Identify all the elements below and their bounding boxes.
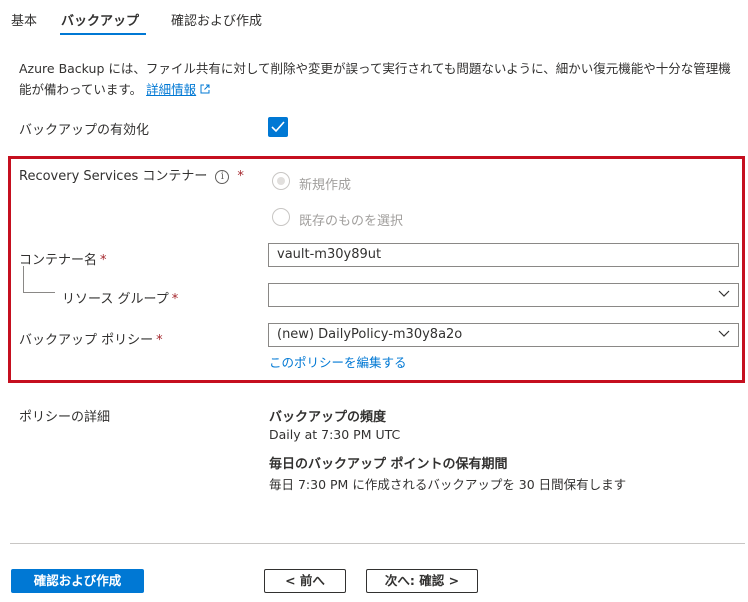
external-link-icon	[200, 84, 210, 94]
checkmark-icon	[271, 121, 285, 133]
info-icon[interactable]: i	[215, 170, 230, 184]
active-tab-indicator	[60, 33, 146, 35]
vault-name-label: コンテナー名	[19, 253, 98, 268]
required-marker: *	[156, 333, 163, 348]
description-text: Azure Backup には、ファイル共有に対して削除や変更が誤って実行されて…	[19, 61, 731, 97]
retention-title: 毎日のバックアップ ポイントの保有期間	[269, 457, 508, 472]
radio-create-new[interactable]	[272, 172, 290, 190]
backup-policy-value: (new) DailyPolicy-m30y8a2o	[277, 327, 463, 342]
tab-backup[interactable]: バックアップ	[61, 10, 139, 29]
tab-basics[interactable]: 基本	[11, 10, 37, 29]
enable-backup-checkbox[interactable]	[268, 117, 288, 137]
vault-name-input[interactable]: vault-m30y89ut	[268, 243, 739, 267]
required-marker: *	[100, 253, 107, 268]
frequency-value: Daily at 7:30 PM UTC	[269, 427, 401, 442]
vault-settings-highlight	[8, 156, 745, 383]
radio-select-existing[interactable]	[272, 208, 290, 226]
backup-policy-label: バックアップ ポリシー	[19, 333, 154, 348]
radio-select-existing-label: 既存のものを選択	[299, 214, 404, 229]
retention-value: 毎日 7:30 PM に作成されるバックアップを 30 日間保有します	[269, 477, 627, 492]
tree-connector	[23, 266, 24, 292]
resource-group-label-row: リソース グループ *	[62, 288, 178, 307]
edit-policy-link[interactable]: このポリシーを編集する	[269, 352, 407, 371]
enable-backup-label: バックアップの有効化	[19, 123, 150, 138]
chevron-down-icon	[718, 290, 730, 297]
previous-button[interactable]: < 前へ	[264, 569, 346, 593]
description: Azure Backup には、ファイル共有に対して削除や変更が誤って実行されて…	[19, 58, 739, 100]
radio-create-new-label: 新規作成	[299, 178, 352, 193]
footer-divider	[10, 543, 745, 544]
tab-bar: 基本 バックアップ 確認および作成	[0, 0, 748, 36]
vault-label-row: Recovery Services コンテナー i *	[19, 165, 244, 184]
backup-policy-label-row: バックアップ ポリシー *	[19, 329, 163, 348]
required-marker: *	[171, 292, 179, 307]
backup-policy-dropdown[interactable]: (new) DailyPolicy-m30y8a2o	[268, 323, 739, 347]
learn-more-link[interactable]: 詳細情報	[146, 82, 196, 97]
resource-group-label: リソース グループ	[62, 292, 169, 307]
vault-name-label-row: コンテナー名 *	[19, 249, 107, 268]
required-marker: *	[237, 169, 244, 184]
policy-details-label: ポリシーの詳細	[19, 410, 111, 425]
resource-group-dropdown[interactable]	[268, 283, 739, 307]
chevron-down-icon	[718, 330, 730, 337]
review-create-button[interactable]: 確認および作成	[11, 569, 144, 593]
tree-connector	[23, 292, 55, 293]
frequency-title: バックアップの頻度	[269, 410, 387, 425]
next-review-button[interactable]: 次へ: 確認 >	[366, 569, 478, 593]
vault-label: Recovery Services コンテナー	[19, 169, 208, 184]
tab-review-create[interactable]: 確認および作成	[171, 10, 262, 29]
